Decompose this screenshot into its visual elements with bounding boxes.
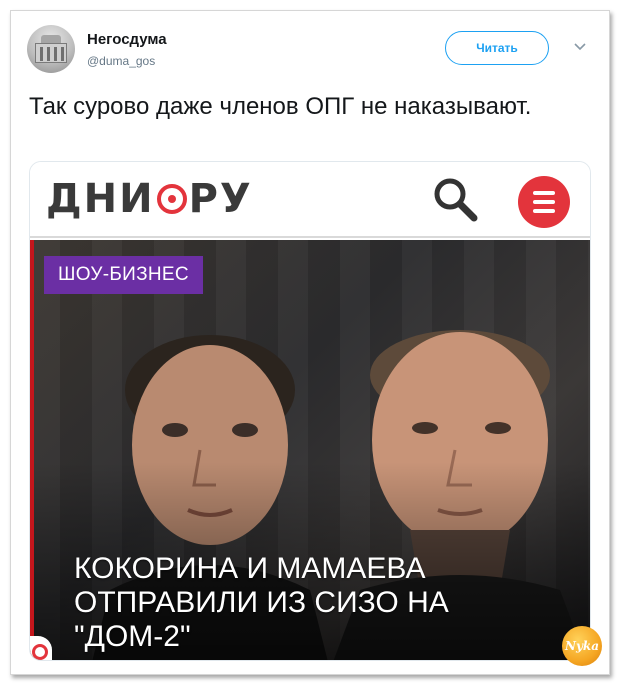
menu-line xyxy=(533,191,555,195)
avatar-column xyxy=(47,47,50,61)
tweet-frame: Негосдума @duma_gos Читать Так сурово да… xyxy=(10,10,610,675)
avatar-column xyxy=(40,47,43,61)
search-icon[interactable] xyxy=(432,176,478,222)
category-tag[interactable]: ШОУ-БИЗНЕС xyxy=(44,256,203,294)
accent-edge xyxy=(30,240,34,660)
avatar-column xyxy=(54,47,57,61)
target-logo-icon xyxy=(156,184,187,214)
tweet-text: Так сурово даже членов ОПГ не наказывают… xyxy=(29,93,532,120)
watermark-logo: Nyka xyxy=(562,626,602,666)
avatar[interactable] xyxy=(27,25,75,73)
article-photo: ШОУ-БИЗНЕС КОКОРИНА И МАМАЕВА ОТПРАВИЛИ … xyxy=(30,240,590,660)
site-logo-part: ДНИ xyxy=(46,176,155,222)
article-headline[interactable]: КОКОРИНА И МАМАЕВА ОТПРАВИЛИ ИЗ СИЗО НА … xyxy=(74,552,554,654)
menu-line xyxy=(533,200,555,204)
site-logo-part: РУ xyxy=(188,176,253,222)
site-logo[interactable]: ДНИ РУ xyxy=(46,176,253,222)
chevron-down-icon[interactable] xyxy=(573,39,587,53)
menu-icon[interactable] xyxy=(518,176,570,228)
author-name[interactable]: Негосдума xyxy=(87,31,167,48)
menu-line xyxy=(533,209,555,213)
avatar-column xyxy=(61,47,64,61)
link-card[interactable]: ДНИ РУ ШОУ-БИЗНЕС КОКОРИНА И МАМАЕВА ОТП… xyxy=(29,161,591,661)
tweet-header: Негосдума @duma_gos Читать xyxy=(27,25,593,77)
site-header: ДНИ РУ xyxy=(30,162,590,238)
author-handle[interactable]: @duma_gos xyxy=(87,54,155,68)
follow-button[interactable]: Читать xyxy=(445,31,549,65)
